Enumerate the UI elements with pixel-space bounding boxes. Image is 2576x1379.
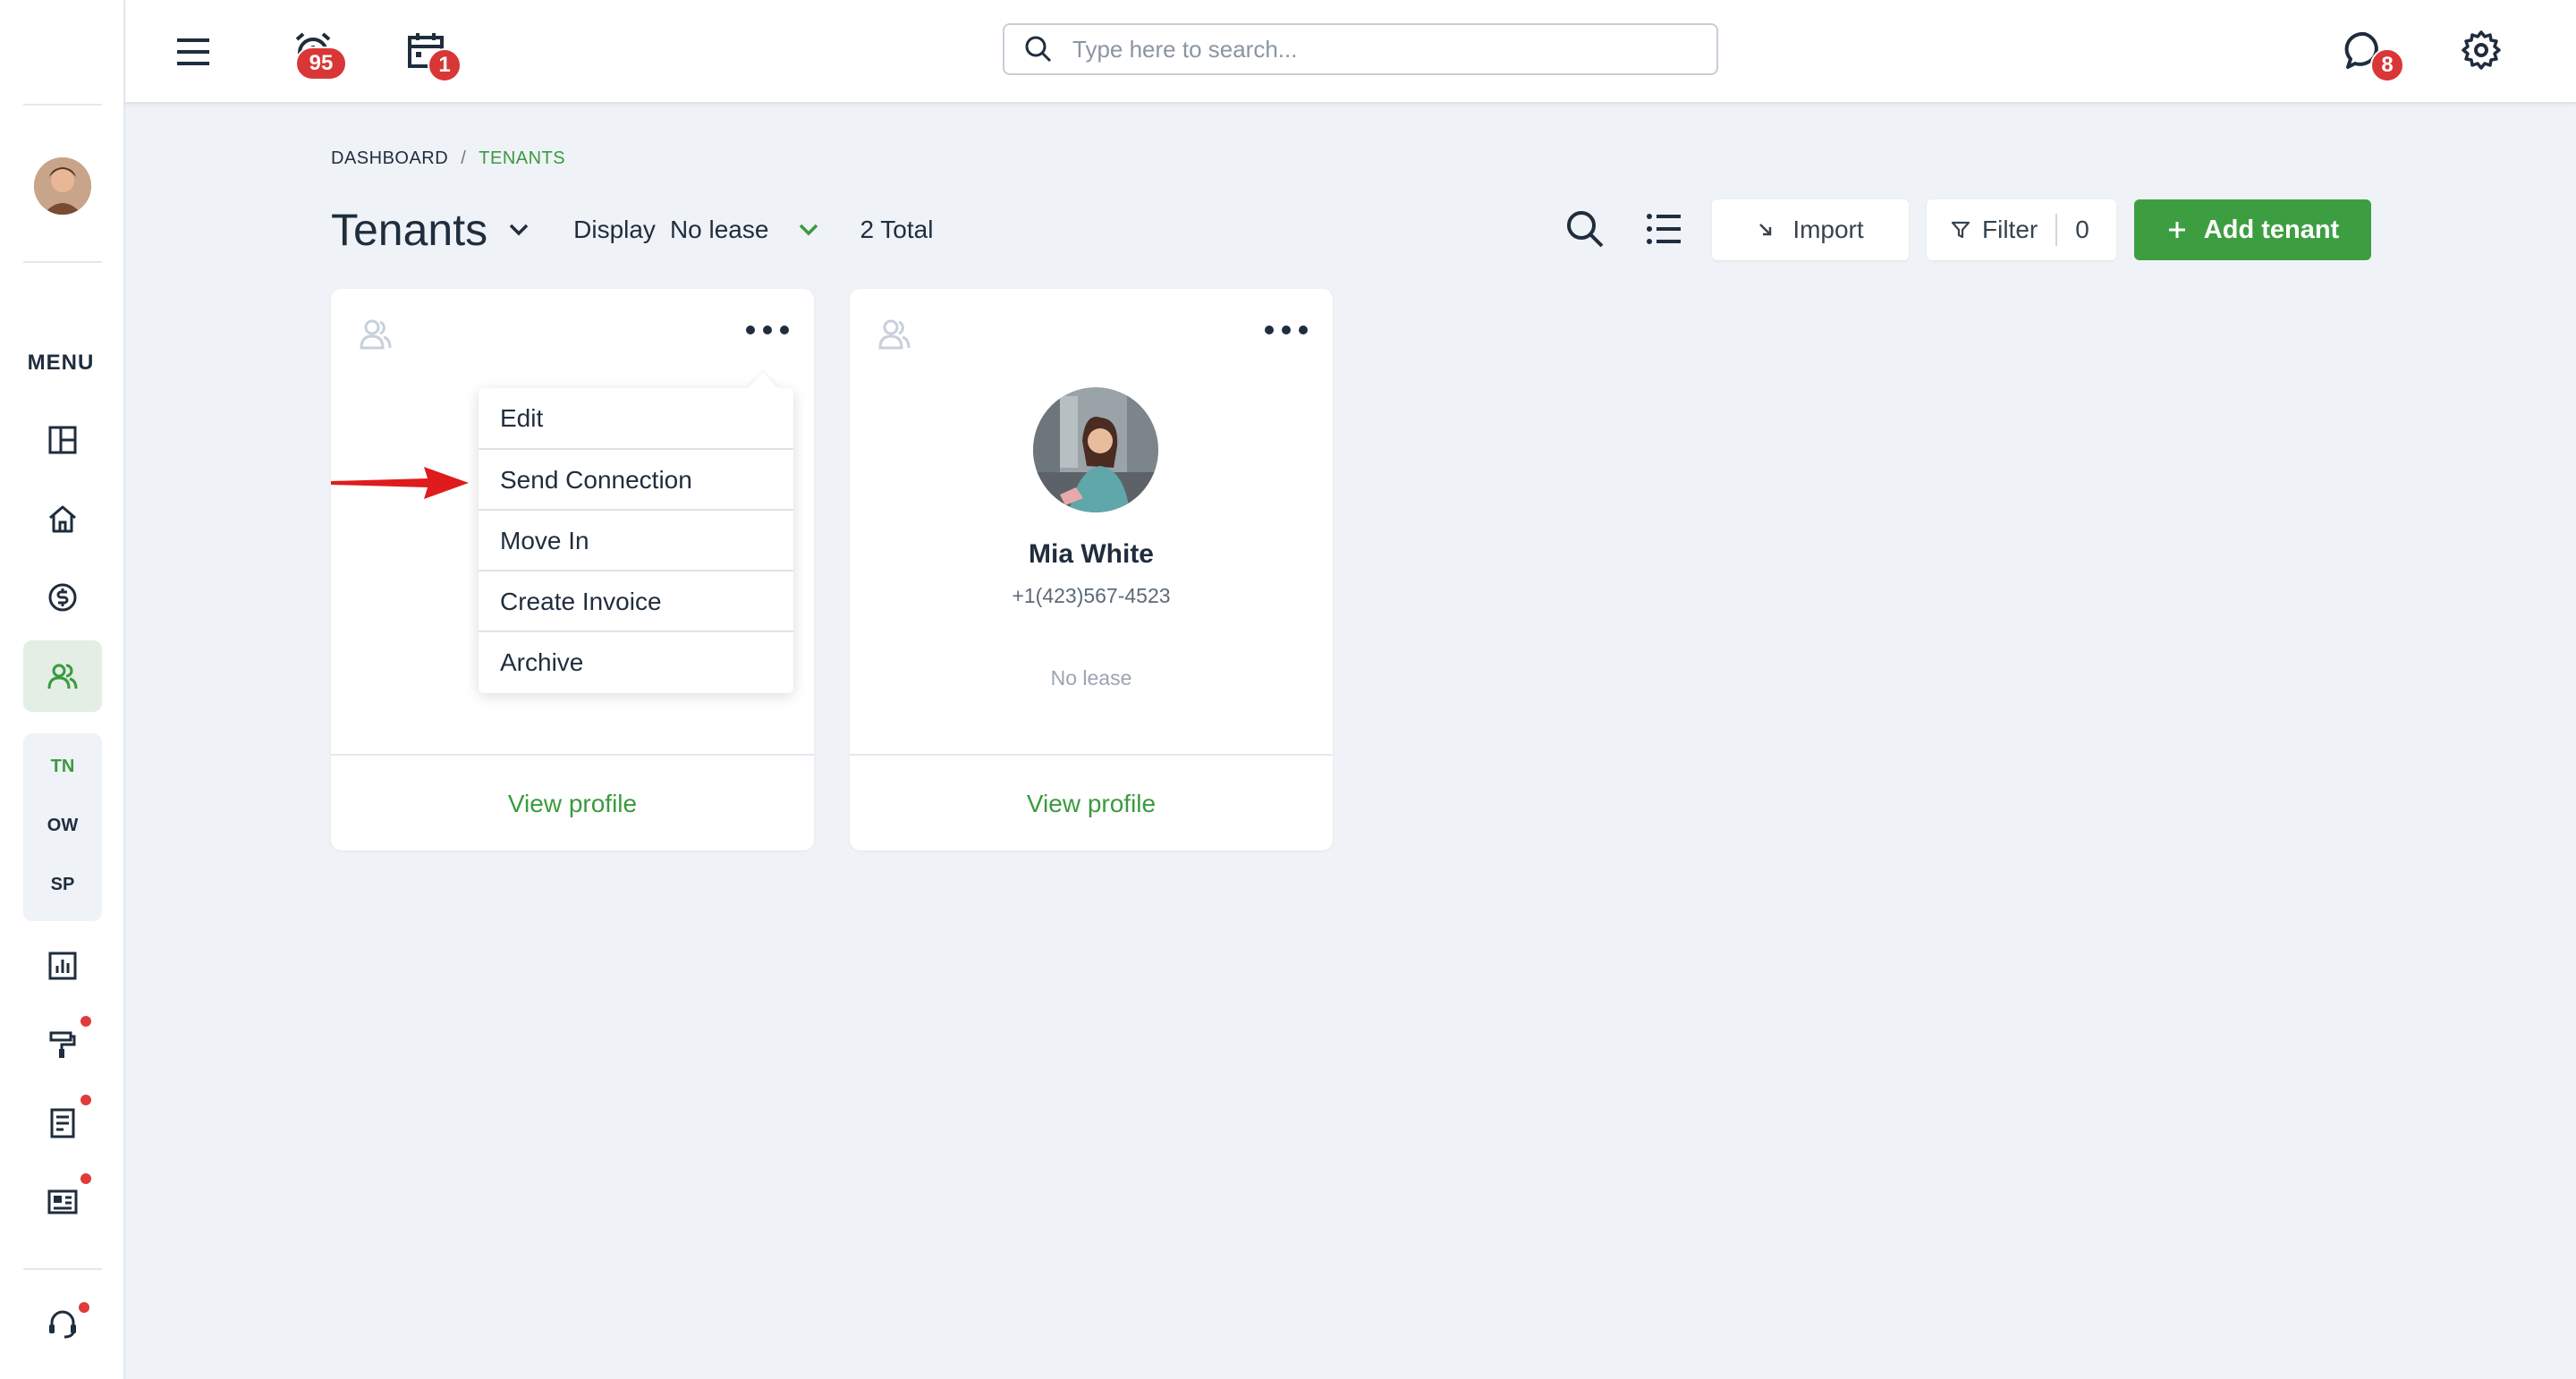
search-bar[interactable]	[1003, 23, 1718, 75]
card-actions-menu: Edit Send Connection Move In Create Invo…	[479, 373, 793, 693]
search-icon	[1567, 211, 1604, 248]
sidebar-item-documents[interactable]	[23, 1087, 102, 1159]
breadcrumb-separator: /	[461, 148, 467, 168]
sidebar: MENU TN OW SP	[0, 0, 125, 1379]
filter-count: 0	[2075, 216, 2089, 243]
display-select[interactable]: No lease	[670, 216, 769, 244]
sidebar-item-listings[interactable]	[23, 1166, 102, 1238]
calendar-button[interactable]: 1	[399, 23, 462, 82]
menu-item-create-invoice[interactable]: Create Invoice	[479, 571, 793, 632]
search-input[interactable]	[1072, 35, 1681, 63]
sidebar-divider	[23, 1268, 102, 1270]
chart-icon	[48, 952, 77, 980]
alarm-button[interactable]: 95	[286, 23, 347, 80]
sidebar-item-reports[interactable]	[23, 930, 102, 1002]
sidebar-item-dashboard[interactable]	[23, 404, 102, 476]
hamburger-button[interactable]	[168, 27, 218, 77]
sidebar-item-tenants[interactable]: TN	[23, 757, 102, 777]
breadcrumb-dashboard[interactable]: DASHBOARD	[331, 148, 448, 168]
list-icon	[1647, 214, 1681, 244]
listing-icon	[47, 1189, 78, 1214]
card-more-button[interactable]	[1265, 319, 1308, 341]
support-button[interactable]	[23, 1288, 102, 1359]
messages-badge: 8	[2370, 48, 2404, 82]
tenant-card[interactable]: Mia White +1(423)567-4523 No lease View …	[850, 289, 1333, 850]
breadcrumb: DASHBOARD / TENANTS	[331, 148, 565, 169]
user-avatar[interactable]	[34, 157, 91, 215]
messages-button[interactable]: 8	[2338, 23, 2404, 82]
filter-icon	[1951, 221, 1970, 239]
total-count: 2 Total	[860, 216, 934, 243]
search-tenants-button[interactable]	[1560, 202, 1610, 256]
chevron-down-icon[interactable]	[505, 216, 532, 243]
sidebar-item-owners[interactable]: OW	[23, 816, 102, 836]
sidebar-divider	[23, 104, 102, 106]
document-icon	[50, 1108, 75, 1138]
title-row: Tenants Display No lease 2 Total	[331, 199, 933, 261]
plus-icon	[2168, 222, 2185, 238]
filter-button[interactable]: Filter 0	[1927, 199, 2116, 260]
tenant-photo	[1033, 387, 1158, 512]
add-tenant-label: Add tenant	[2203, 215, 2340, 244]
paint-roller-icon	[49, 1031, 76, 1058]
menu-item-archive[interactable]: Archive	[479, 632, 793, 693]
headset-icon	[49, 1310, 76, 1339]
card-more-button[interactable]	[746, 319, 789, 341]
menu-item-edit[interactable]: Edit	[479, 388, 793, 449]
topbar: 95 1 8	[125, 0, 2576, 104]
notification-dot	[79, 1302, 89, 1313]
tenant-name: Mia White	[1029, 539, 1154, 569]
notification-dot	[80, 1173, 91, 1184]
annotation-arrow	[331, 467, 469, 499]
notification-dot	[80, 1016, 91, 1027]
alarm-badge: 95	[295, 47, 347, 80]
add-tenant-button[interactable]: Add tenant	[2134, 199, 2371, 260]
breadcrumb-tenants: TENANTS	[479, 148, 566, 168]
sidebar-item-maintenance[interactable]	[23, 1009, 102, 1080]
display-label: Display	[573, 216, 656, 243]
filter-label: Filter	[1982, 216, 2038, 243]
dashboard-icon	[48, 426, 77, 454]
menu-label: MENU	[27, 351, 95, 375]
calendar-badge: 1	[428, 48, 462, 82]
import-label: Import	[1792, 216, 1864, 243]
view-profile-link[interactable]: View profile	[850, 790, 1333, 818]
people-subgroup: TN OW SP	[23, 733, 102, 921]
tenant-user-icon	[878, 319, 911, 350]
page-title[interactable]: Tenants	[331, 204, 487, 256]
hamburger-icon	[177, 38, 209, 65]
tenant-lease-status: No lease	[1050, 666, 1132, 690]
view-profile-link[interactable]: View profile	[331, 790, 814, 818]
chevron-down-icon[interactable]	[795, 216, 822, 243]
import-arrow-icon	[1759, 224, 1772, 236]
list-view-button[interactable]	[1639, 202, 1689, 256]
settings-button[interactable]	[2454, 23, 2508, 77]
card-divider	[331, 754, 814, 756]
users-icon	[47, 664, 78, 690]
menu-item-send-connection[interactable]: Send Connection	[479, 450, 793, 511]
sidebar-item-payments[interactable]	[23, 562, 102, 633]
home-icon	[49, 505, 76, 533]
menu-item-move-in[interactable]: Move In	[479, 511, 793, 571]
search-icon	[1025, 36, 1052, 63]
card-divider	[850, 754, 1333, 756]
dollar-icon	[48, 583, 77, 612]
filter-divider	[2055, 214, 2058, 246]
gear-icon	[2462, 30, 2501, 70]
sidebar-item-service-pros[interactable]: SP	[23, 875, 102, 895]
import-button[interactable]: Import	[1712, 199, 1909, 260]
sidebar-item-people[interactable]	[23, 640, 102, 712]
sidebar-item-properties[interactable]	[23, 483, 102, 554]
notification-dot	[80, 1095, 91, 1105]
tenant-phone: +1(423)567-4523	[1012, 584, 1171, 607]
sidebar-divider	[23, 261, 102, 263]
tenant-user-icon	[360, 319, 392, 350]
